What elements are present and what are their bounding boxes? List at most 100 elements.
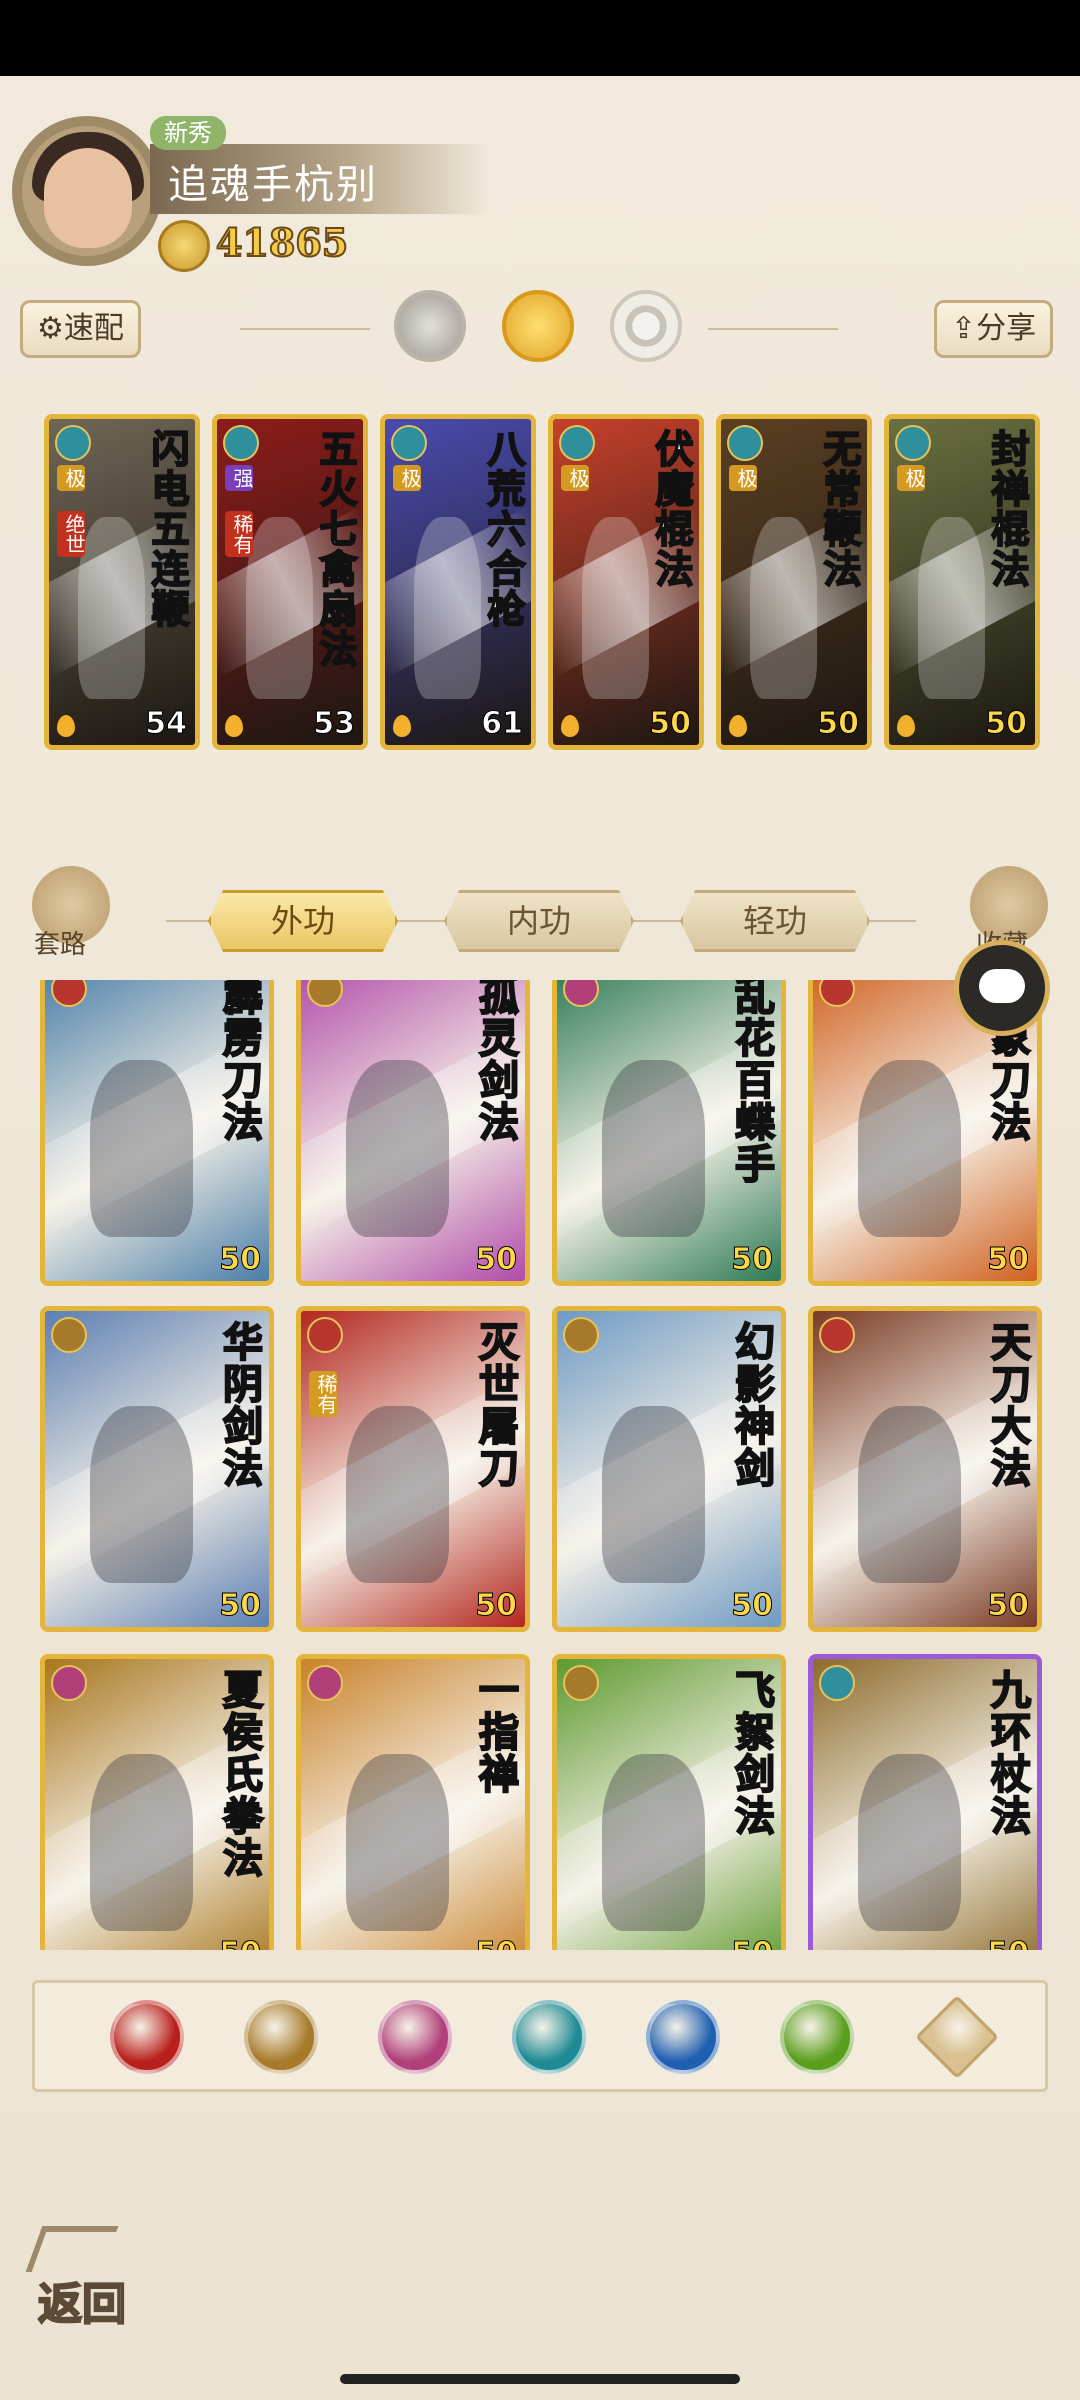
grade-tag: 稀有 [225,511,254,557]
flame-icon [225,715,243,737]
skill-card[interactable]: 稀有 灭世屠刀 50 [296,1306,530,1632]
weapon-type-icon [307,1665,343,1701]
home-indicator [340,2374,740,2384]
grade-tag: 绝世 [57,511,86,557]
chat-button[interactable] [954,940,1050,1036]
sun-mode-icon[interactable] [502,290,574,362]
skill-level: 50 [475,1936,518,1951]
tab-internal[interactable]: 内功 [444,890,634,952]
skill-card[interactable]: 一指禅 50 [296,1654,530,1950]
skill-card[interactable]: 幻影神剑 50 [552,1306,786,1632]
skill-grid: 霹雳刀法 50 孤灵剑法 50 乱花百蝶手 50 狂象刀法 50 华阴剑法 50 稀有 灭世屠刀 50 幻… [0,980,1080,1950]
player-avatar[interactable] [12,116,162,266]
moon-mode-icon[interactable] [394,290,466,362]
divider-left [240,328,370,330]
routine-label: 套路 [34,930,87,960]
skill-level: 50 [219,1588,262,1624]
skill-title: 夏侯氏拳法 [215,1668,264,1880]
share-icon: ⇪ [951,311,977,346]
skill-title: 九环杖法 [983,1668,1032,1838]
fan-filter-icon[interactable] [512,2000,586,2074]
ring-mode-icon[interactable] [610,290,682,362]
weapon-type-icon [819,980,855,1007]
fan-type-icon [55,425,91,461]
equipped-skill-card[interactable]: 极 伏魔棍法 50 [548,414,704,750]
skill-card[interactable]: 九环杖法 50 [808,1654,1042,1950]
weapon-type-icon [819,1317,855,1353]
blade-filter-icon[interactable] [244,2000,318,2074]
fan-type-icon [727,425,763,461]
whip-filter-icon[interactable] [780,2000,854,2074]
skill-card[interactable]: 乱花百蝶手 50 [552,980,786,1286]
skill-title: 幻影神剑 [727,1320,776,1490]
grade-tag: 极 [393,465,422,491]
equipped-skill-card[interactable]: 极 封禅棍法 50 [884,414,1040,750]
skill-card[interactable]: 孤灵剑法 50 [296,980,530,1286]
grade-tag: 极 [729,465,758,491]
sword-filter-icon[interactable] [110,2000,184,2074]
weapon-type-icon [51,1665,87,1701]
skill-card[interactable]: 华阴剑法 50 [40,1306,274,1632]
skill-level: 50 [731,1242,774,1278]
skill-level: 54 [145,706,188,742]
rank-badge: 新秀 [150,116,226,150]
equipped-skill-card[interactable]: 极 无常鞭法 50 [716,414,872,750]
skill-level: 50 [987,1588,1030,1624]
tab-lightness[interactable]: 轻功 [680,890,870,952]
weapon-type-icon [563,1665,599,1701]
power-coin-icon [158,220,210,272]
skill-title: 天刀大法 [983,1320,1032,1490]
yinyang-filter-icon[interactable] [646,2000,720,2074]
weapon-type-icon [563,1317,599,1353]
skill-title: 封禅棍法 [984,428,1031,590]
fan-type-icon [895,425,931,461]
weapon-type-icon [819,1665,855,1701]
divider-right [708,328,838,330]
weapon-type-icon [51,1317,87,1353]
skill-level: 61 [481,706,524,742]
equipped-skill-card[interactable]: 强稀有 五火七禽扇法 53 [212,414,368,750]
tab-external[interactable]: 外功 [208,890,398,952]
weapon-type-icon [307,1317,343,1353]
skill-level: 50 [985,706,1028,742]
chat-bubble-icon [979,969,1025,1003]
player-name: 追魂手杭别 [168,162,378,208]
skill-title: 飞絮剑法 [727,1668,776,1838]
grade-tag: 强 [225,465,254,491]
skill-title: 华阴剑法 [215,1320,264,1490]
equipped-skill-card[interactable]: 极绝世 闪电五连鞭 54 [44,414,200,750]
skill-card[interactable]: 天刀大法 50 [808,1306,1042,1632]
skill-title: 乱花百蝶手 [727,980,776,1186]
skill-card[interactable]: 飞絮剑法 50 [552,1654,786,1950]
skill-level: 50 [475,1588,518,1624]
back-arrow-icon [25,2226,119,2272]
skill-title: 一指禅 [471,1668,520,1796]
equipped-skill-card[interactable]: 极 八荒六合枪 61 [380,414,536,750]
skill-level: 50 [731,1588,774,1624]
share-button[interactable]: ⇪分享 [934,300,1054,358]
skill-card[interactable]: 夏侯氏拳法 50 [40,1654,274,1950]
skill-title: 伏魔棍法 [648,428,695,590]
back-label: 返回 [37,2278,127,2331]
skill-level: 50 [817,706,860,742]
quick-match-button[interactable]: ⚙速配 [20,300,141,358]
flame-icon [729,715,747,737]
grade-tag: 极 [57,465,86,491]
rarity-tag: 稀有 [309,1371,338,1417]
quick-match-label: 速配 [63,311,124,346]
grade-tag: 极 [561,465,590,491]
fist-filter-icon[interactable] [378,2000,452,2074]
fan-type-icon [391,425,427,461]
gear-icon: ⚙ [37,311,64,346]
weapon-type-icon [307,980,343,1007]
back-button[interactable]: 返回 [25,2222,140,2331]
power-score: 41865 [215,219,349,266]
status-bar [0,0,1080,76]
skill-title: 霹雳刀法 [215,980,264,1144]
skill-title: 五火七禽扇法 [312,428,359,670]
skill-level: 53 [313,706,356,742]
weapon-type-icon [51,980,87,1007]
weapon-type-icon [563,980,599,1007]
skill-level: 50 [987,1242,1030,1278]
skill-card[interactable]: 霹雳刀法 50 [40,980,274,1286]
